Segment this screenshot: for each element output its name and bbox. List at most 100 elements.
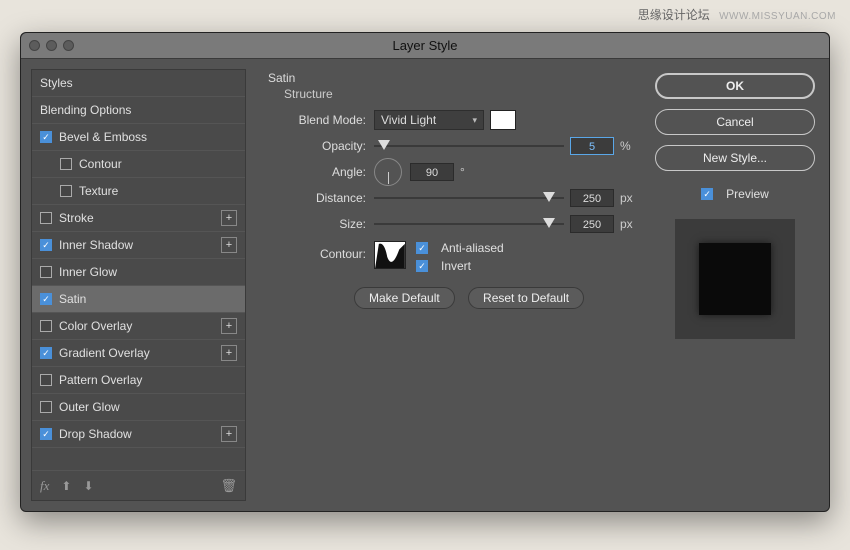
style-row-bevel-emboss[interactable]: Bevel & Emboss xyxy=(32,124,245,151)
checkbox-preview[interactable] xyxy=(701,188,713,200)
fx-menu-icon[interactable]: fx xyxy=(40,478,49,494)
style-row-satin[interactable]: Satin xyxy=(32,286,245,313)
checkbox-invert[interactable] xyxy=(416,260,428,272)
styles-header[interactable]: Styles xyxy=(32,70,245,97)
distance-slider[interactable] xyxy=(374,191,564,205)
angle-dial[interactable] xyxy=(374,158,402,186)
opacity-row: Opacity: 5 % xyxy=(274,133,637,159)
dialog-content: Styles Blending Options Bevel & Emboss C… xyxy=(21,59,829,511)
distance-input[interactable]: 250 xyxy=(570,189,614,207)
structure-legend: Structure xyxy=(284,87,637,101)
blending-options-label: Blending Options xyxy=(40,103,131,117)
add-drop-shadow-icon[interactable]: + xyxy=(221,426,237,442)
style-row-inner-glow[interactable]: Inner Glow xyxy=(32,259,245,286)
watermark-text-1: 思缘设计论坛 xyxy=(638,8,710,22)
blending-options-row[interactable]: Blending Options xyxy=(32,97,245,124)
style-row-texture[interactable]: Texture xyxy=(32,178,245,205)
checkbox-gradient-overlay[interactable] xyxy=(40,347,52,359)
make-default-button[interactable]: Make Default xyxy=(354,287,455,309)
contour-row: Contour: Anti-aliased Invert xyxy=(274,237,637,273)
styles-label: Styles xyxy=(40,76,73,90)
satin-panel: Satin Structure Blend Mode: Vivid Light … xyxy=(260,69,641,501)
contour-options: Anti-aliased Invert xyxy=(416,241,504,273)
angle-row: Angle: 90 ° xyxy=(274,159,637,185)
checkbox-texture[interactable] xyxy=(60,185,72,197)
checkbox-satin[interactable] xyxy=(40,293,52,305)
opacity-input[interactable]: 5 xyxy=(570,137,614,155)
move-up-icon[interactable]: ⬆ xyxy=(61,479,71,493)
preview-swatch xyxy=(699,243,771,315)
checkbox-pattern-overlay[interactable] xyxy=(40,374,52,386)
layer-style-dialog: Layer Style Styles Blending Options Beve… xyxy=(20,32,830,512)
size-row: Size: 250 px xyxy=(274,211,637,237)
checkbox-anti-aliased[interactable] xyxy=(416,242,428,254)
checkbox-drop-shadow[interactable] xyxy=(40,428,52,440)
distance-label: Distance: xyxy=(274,191,374,205)
style-label: Drop Shadow xyxy=(59,427,132,441)
styles-footer: fx ⬆ ⬇ 🗑 xyxy=(32,470,245,500)
new-style-button[interactable]: New Style... xyxy=(655,145,815,171)
style-row-outer-glow[interactable]: Outer Glow xyxy=(32,394,245,421)
dialog-title: Layer Style xyxy=(392,38,457,53)
opacity-unit: % xyxy=(620,139,631,153)
watermark: 思缘设计论坛 WWW.MISSYUAN.COM xyxy=(638,6,836,23)
styles-list: Styles Blending Options Bevel & Emboss C… xyxy=(31,69,246,501)
checkbox-stroke[interactable] xyxy=(40,212,52,224)
style-label: Bevel & Emboss xyxy=(59,130,147,144)
distance-row: Distance: 250 px xyxy=(274,185,637,211)
default-buttons: Make Default Reset to Default xyxy=(274,287,637,309)
move-down-icon[interactable]: ⬇ xyxy=(83,479,93,493)
right-panel: OK Cancel New Style... Preview xyxy=(655,69,815,501)
blend-mode-row: Blend Mode: Vivid Light ▾ xyxy=(274,107,637,133)
size-label: Size: xyxy=(274,217,374,231)
style-row-contour[interactable]: Contour xyxy=(32,151,245,178)
style-label: Gradient Overlay xyxy=(59,346,150,360)
angle-input[interactable]: 90 xyxy=(410,163,454,181)
size-unit: px xyxy=(620,217,633,231)
watermark-text-2: WWW.MISSYUAN.COM xyxy=(719,11,836,22)
close-icon[interactable] xyxy=(29,40,40,51)
checkbox-inner-shadow[interactable] xyxy=(40,239,52,251)
reset-default-button[interactable]: Reset to Default xyxy=(468,287,584,309)
opacity-slider[interactable] xyxy=(374,139,564,153)
color-swatch[interactable] xyxy=(490,110,516,130)
add-gradient-overlay-icon[interactable]: + xyxy=(221,345,237,361)
zoom-icon[interactable] xyxy=(63,40,74,51)
style-row-gradient-overlay[interactable]: Gradient Overlay + xyxy=(32,340,245,367)
style-row-pattern-overlay[interactable]: Pattern Overlay xyxy=(32,367,245,394)
dialog-titlebar: Layer Style xyxy=(21,33,829,59)
size-slider[interactable] xyxy=(374,217,564,231)
add-inner-shadow-icon[interactable]: + xyxy=(221,237,237,253)
angle-label: Angle: xyxy=(274,165,374,179)
size-input[interactable]: 250 xyxy=(570,215,614,233)
add-color-overlay-icon[interactable]: + xyxy=(221,318,237,334)
style-row-stroke[interactable]: Stroke + xyxy=(32,205,245,232)
checkbox-bevel-emboss[interactable] xyxy=(40,131,52,143)
style-row-inner-shadow[interactable]: Inner Shadow + xyxy=(32,232,245,259)
section-title: Satin xyxy=(268,71,637,85)
ok-button[interactable]: OK xyxy=(655,73,815,99)
style-label: Contour xyxy=(79,157,122,171)
checkbox-color-overlay[interactable] xyxy=(40,320,52,332)
trash-icon[interactable]: 🗑 xyxy=(220,478,237,494)
preview-toggle[interactable]: Preview xyxy=(655,187,815,201)
cancel-button[interactable]: Cancel xyxy=(655,109,815,135)
chevron-down-icon: ▾ xyxy=(472,115,477,126)
preview-box xyxy=(675,219,795,339)
style-label: Inner Glow xyxy=(59,265,117,279)
blend-mode-value: Vivid Light xyxy=(381,113,436,127)
checkbox-contour[interactable] xyxy=(60,158,72,170)
style-row-color-overlay[interactable]: Color Overlay + xyxy=(32,313,245,340)
style-label: Satin xyxy=(59,292,86,306)
blend-mode-select[interactable]: Vivid Light ▾ xyxy=(374,110,484,130)
minimize-icon[interactable] xyxy=(46,40,57,51)
add-stroke-icon[interactable]: + xyxy=(221,210,237,226)
contour-picker[interactable] xyxy=(374,241,406,269)
style-row-drop-shadow[interactable]: Drop Shadow + xyxy=(32,421,245,448)
anti-aliased-label: Anti-aliased xyxy=(441,241,504,255)
window-controls[interactable] xyxy=(29,40,74,51)
checkbox-outer-glow[interactable] xyxy=(40,401,52,413)
checkbox-inner-glow[interactable] xyxy=(40,266,52,278)
invert-label: Invert xyxy=(441,259,471,273)
style-label: Pattern Overlay xyxy=(59,373,142,387)
